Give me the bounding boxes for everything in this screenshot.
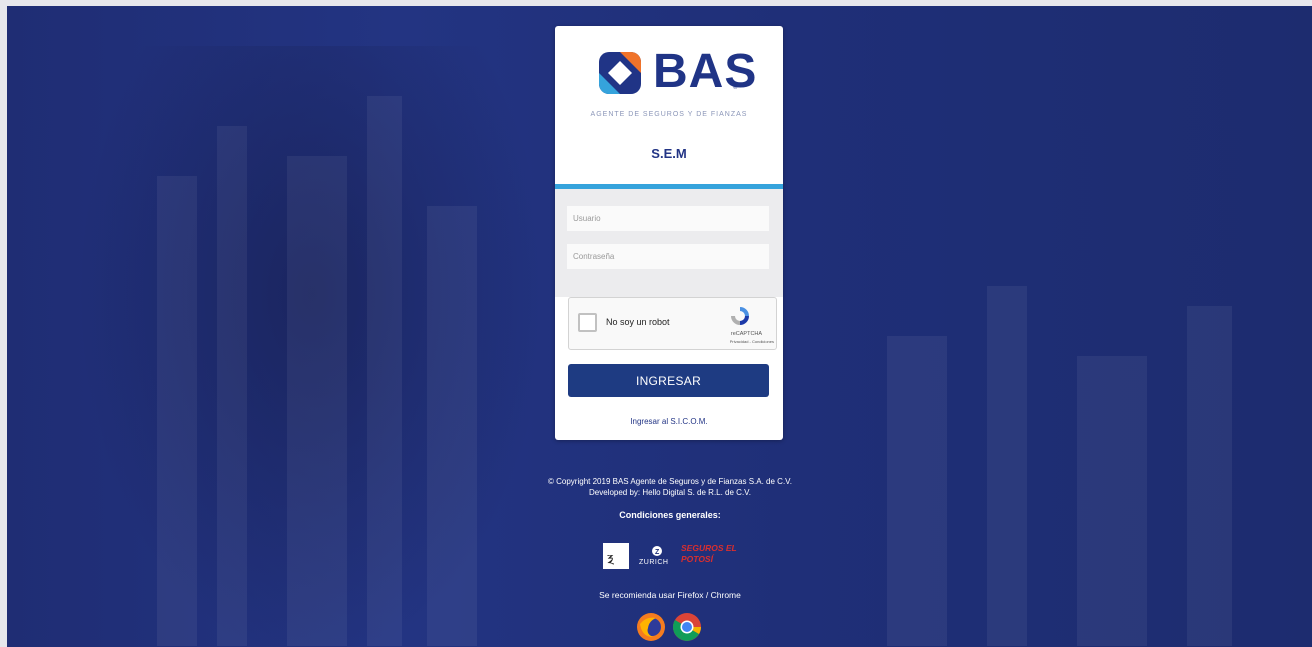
copyright-text: © Copyright 2019 BAS Agente de Seguros y… xyxy=(548,477,792,486)
login-form xyxy=(555,189,783,297)
building-shape xyxy=(217,126,247,646)
svg-text:ⲝ: ⲝ xyxy=(607,547,615,568)
building-shape xyxy=(287,156,347,646)
building-shape xyxy=(1187,306,1232,646)
zurich-logo-text: ZURICH xyxy=(639,559,669,566)
insurer-logos: ⲝ Z ZURICH SEGUROS EL POTOSÍ xyxy=(603,543,737,573)
building-shape xyxy=(367,96,402,646)
bas-logo-subtitle: AGENTE DE SEGUROS Y DE FIANZAS xyxy=(590,111,748,118)
browser-icons xyxy=(636,612,706,642)
firefox-icon[interactable] xyxy=(636,612,666,642)
chrome-icon[interactable] xyxy=(672,612,702,642)
recaptcha-links[interactable]: Privacidad - Condiciones xyxy=(699,339,774,344)
building-shape xyxy=(887,336,947,646)
browser-recommendation: Se recomienda usar Firefox / Chrome xyxy=(599,590,741,600)
recaptcha-icon xyxy=(731,307,749,325)
bas-logo-icon xyxy=(599,52,641,94)
login-card: BAS ® AGENTE DE SEGUROS Y DE FIANZAS S.E… xyxy=(555,26,783,440)
recaptcha-checkbox[interactable] xyxy=(578,313,597,332)
svg-text:Z: Z xyxy=(655,549,660,556)
registered-mark: ® xyxy=(733,85,738,91)
password-input[interactable] xyxy=(567,244,769,269)
developer-text: Developed by: Hello Digital S. de R.L. d… xyxy=(588,488,751,497)
username-input[interactable] xyxy=(567,206,769,231)
building-shape xyxy=(427,206,477,646)
seguros-el-potosi-logo[interactable]: SEGUROS EL POTOSÍ xyxy=(681,543,737,571)
zurich-logo-icon: Z xyxy=(652,546,662,556)
insurer-logo-1-icon[interactable]: ⲝ xyxy=(603,543,629,569)
app-title: S.E.M xyxy=(651,146,687,161)
zurich-logo[interactable]: Z ZURICH xyxy=(637,545,677,571)
building-shape xyxy=(1077,356,1147,646)
bas-logo: BAS ® AGENTE DE SEGUROS Y DE FIANZAS xyxy=(555,46,783,136)
building-shape xyxy=(157,176,197,646)
conditions-title: Condiciones generales: xyxy=(619,510,721,520)
sicom-link[interactable]: Ingresar al S.I.C.O.M. xyxy=(555,417,783,426)
building-shape xyxy=(987,286,1027,646)
recaptcha-label: No soy un robot xyxy=(606,317,670,327)
recaptcha-brand: reCAPTCHA xyxy=(730,331,763,337)
bas-logo-text: BAS xyxy=(653,45,758,98)
login-button[interactable]: INGRESAR xyxy=(568,364,769,397)
recaptcha-widget: No soy un robot reCAPTCHA Privacidad - C… xyxy=(568,297,777,350)
